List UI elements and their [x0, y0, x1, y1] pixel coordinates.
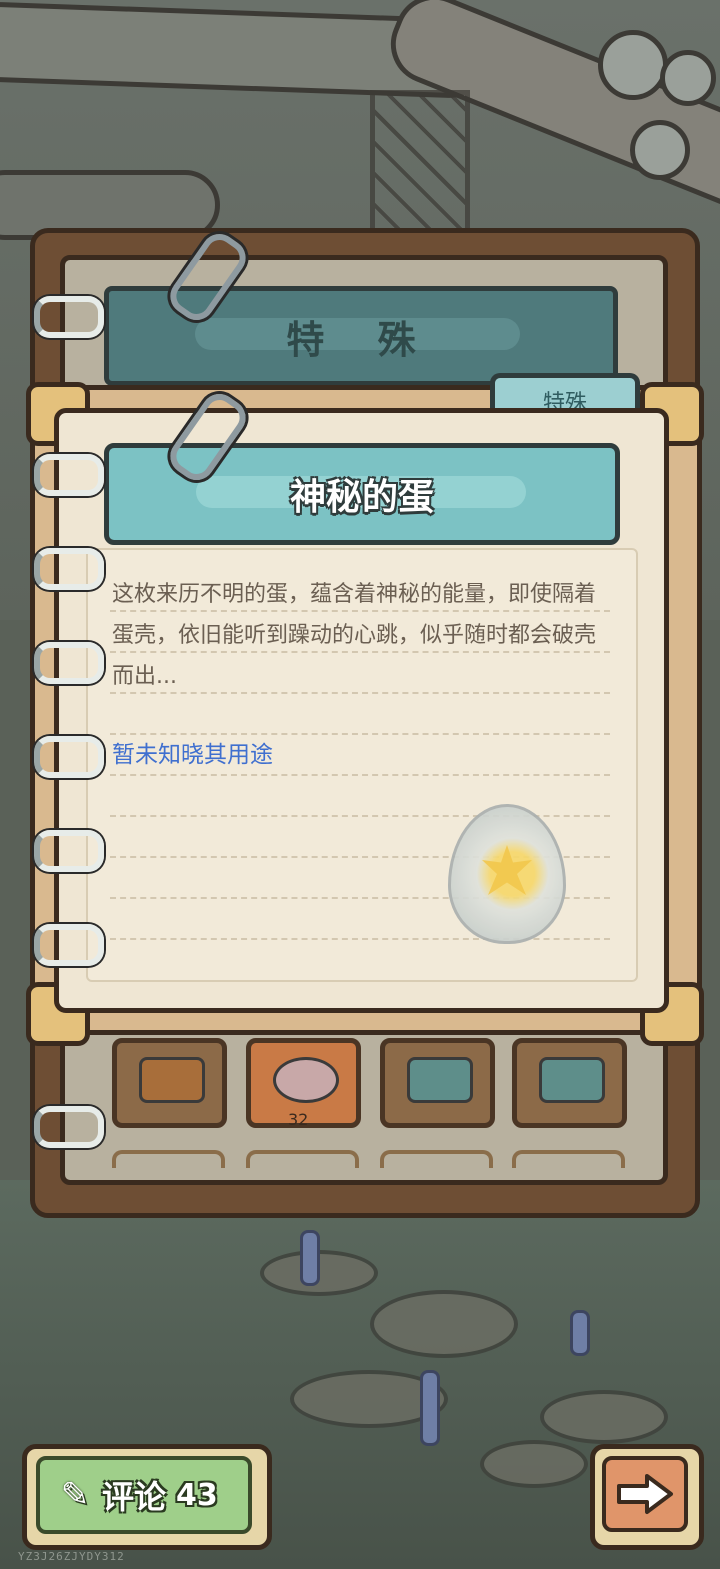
egg-icon	[273, 1057, 339, 1103]
binder-ring	[34, 736, 104, 778]
binder-ring	[34, 830, 104, 872]
item-slot[interactable]	[246, 1150, 359, 1168]
item-icon	[407, 1057, 473, 1103]
comment-label: 评论	[102, 1478, 167, 1516]
item-icon	[539, 1057, 605, 1103]
rock	[370, 1290, 518, 1358]
coral	[570, 1310, 590, 1356]
item-slot[interactable]	[380, 1150, 493, 1168]
gauge-icon	[630, 120, 690, 180]
binder-ring	[34, 296, 104, 338]
item-slot[interactable]	[380, 1038, 495, 1128]
binder-ring	[34, 548, 104, 590]
gauge-icon	[598, 30, 668, 100]
rock	[540, 1390, 668, 1444]
binder-ring	[34, 1106, 104, 1148]
coral	[300, 1230, 320, 1286]
watermark: YZ3J26ZJYDY312	[18, 1550, 125, 1563]
binder-ring	[34, 924, 104, 966]
item-slot[interactable]	[512, 1150, 625, 1168]
comment-button[interactable]: ✎ 评论 43	[36, 1456, 252, 1534]
arrow-right-icon	[617, 1474, 673, 1514]
binder-ring	[34, 454, 104, 496]
quill-icon: ✎	[60, 1475, 90, 1515]
item-slot[interactable]	[112, 1038, 227, 1128]
item-usage-note: 暂未知晓其用途	[112, 742, 273, 768]
coral	[420, 1370, 440, 1446]
gauge-icon	[660, 50, 716, 106]
item-slot[interactable]	[512, 1038, 627, 1128]
ruled-line	[110, 938, 610, 940]
item-description: 这枚来历不明的蛋，蕴含着神秘的能量，即使隔着蛋壳，依旧能听到躁动的心跳，似乎随时…	[112, 582, 597, 689]
ruled-line	[110, 774, 610, 776]
item-count: 32	[288, 1110, 309, 1129]
next-button[interactable]	[602, 1456, 688, 1532]
rock	[480, 1440, 588, 1488]
comment-count: 43	[176, 1477, 218, 1513]
item-icon	[139, 1057, 205, 1103]
item-slot[interactable]	[112, 1150, 225, 1168]
binder-ring	[34, 642, 104, 684]
